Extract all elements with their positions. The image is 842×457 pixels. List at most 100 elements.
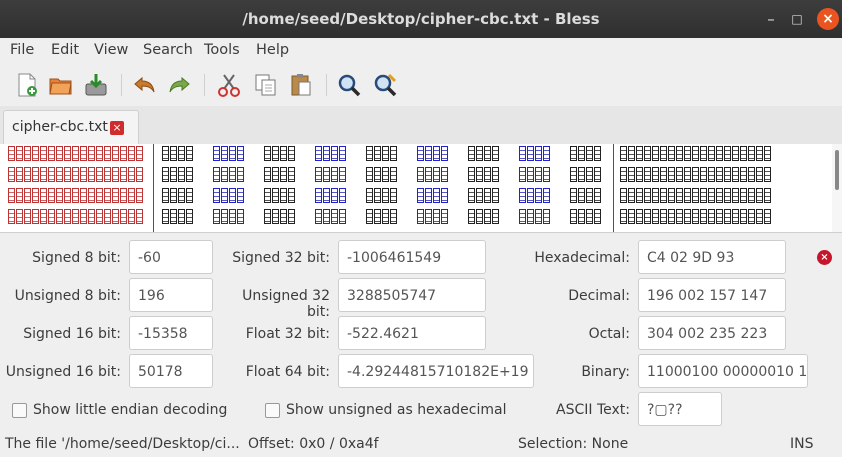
scrollbar-thumb[interactable] <box>835 150 839 190</box>
menu-help[interactable]: Help <box>256 42 289 58</box>
hex-byte <box>264 209 296 225</box>
hex-row <box>0 144 842 164</box>
little-endian-label[interactable]: Show little endian decoding <box>33 402 227 418</box>
copy-icon[interactable] <box>253 72 279 98</box>
hex-byte <box>417 209 449 225</box>
menu-view[interactable]: View <box>94 42 128 58</box>
unsigned-hex-checkbox[interactable] <box>265 403 280 418</box>
unsigned32-field[interactable]: 3288505747 <box>338 278 486 312</box>
signed8-field[interactable]: -60 <box>129 240 213 274</box>
ascii-divider <box>613 144 614 232</box>
signed32-field[interactable]: -1006461549 <box>338 240 486 274</box>
octal-field[interactable]: 304 002 235 223 <box>638 316 786 350</box>
hex-byte <box>366 167 398 183</box>
little-endian-checkbox[interactable] <box>12 403 27 418</box>
hex-view[interactable] <box>0 144 842 233</box>
find-replace-icon[interactable] <box>372 72 398 98</box>
open-file-icon[interactable] <box>48 72 74 98</box>
hex-byte <box>468 209 500 225</box>
hex-row <box>0 165 842 185</box>
ascii-field[interactable]: ?▢?? <box>638 392 722 426</box>
title-bar: /home/seed/Desktop/cipher-cbc.txt - Bles… <box>0 0 842 38</box>
signed16-label: Signed 16 bit: <box>23 326 121 342</box>
hex-byte <box>162 167 194 183</box>
unsigned8-label: Unsigned 8 bit: <box>14 288 121 304</box>
offset-cell <box>8 146 144 162</box>
unsigned32-label: Unsigned 32 bit: <box>242 288 330 320</box>
menu-bar: File Edit View Search Tools Help <box>0 38 842 64</box>
menu-edit[interactable]: Edit <box>51 42 79 58</box>
binary-label: Binary: <box>581 364 630 380</box>
tab-cipher-cbc[interactable]: cipher-cbc.txt × <box>3 110 139 145</box>
hex-byte <box>162 209 194 225</box>
binary-field[interactable]: 11000100 00000010 100 <box>638 354 808 388</box>
offset-cell <box>8 209 144 225</box>
signed8-label: Signed 8 bit: <box>32 250 121 266</box>
decimal-label: Decimal: <box>568 288 630 304</box>
tab-bar: cipher-cbc.txt × <box>0 106 842 145</box>
hex-scrollbar[interactable] <box>832 144 842 232</box>
hex-byte <box>213 188 245 204</box>
float64-label: Float 64 bit: <box>245 364 330 380</box>
hexadecimal-field[interactable]: C4 02 9D 93 <box>638 240 786 274</box>
menu-file[interactable]: File <box>10 42 34 58</box>
save-icon[interactable] <box>83 72 109 98</box>
unsigned16-field[interactable]: 50178 <box>129 354 213 388</box>
undo-icon[interactable] <box>132 72 158 98</box>
close-panel-icon[interactable]: × <box>817 250 832 265</box>
status-selection: Selection: None <box>518 436 629 452</box>
status-bar: The file '/home/seed/Desktop/ci... Offse… <box>0 432 842 457</box>
unsigned16-label: Unsigned 16 bit: <box>5 364 121 380</box>
hex-byte <box>264 167 296 183</box>
signed32-label: Signed 32 bit: <box>232 250 330 266</box>
signed16-field[interactable]: -15358 <box>129 316 213 350</box>
status-mode: INS <box>790 436 814 452</box>
hex-byte <box>315 209 347 225</box>
hex-byte <box>213 209 245 225</box>
close-window-button[interactable]: × <box>817 8 839 30</box>
unsigned8-field[interactable]: 196 <box>129 278 213 312</box>
decimal-field[interactable]: 196 002 157 147 <box>638 278 786 312</box>
status-offset: Offset: 0x0 / 0xa4f <box>248 436 379 452</box>
menu-search[interactable]: Search <box>143 42 193 58</box>
hex-byte <box>264 146 296 162</box>
hex-byte <box>570 188 602 204</box>
tab-close-icon[interactable]: × <box>110 121 124 135</box>
hex-byte <box>264 188 296 204</box>
hex-byte <box>162 188 194 204</box>
hex-byte <box>417 146 449 162</box>
minimize-button[interactable]: – <box>760 8 782 30</box>
float32-field[interactable]: -522.4621 <box>338 316 486 350</box>
cut-icon[interactable] <box>216 72 242 98</box>
hex-byte <box>468 167 500 183</box>
hex-byte <box>417 167 449 183</box>
hex-byte <box>366 209 398 225</box>
hex-byte <box>162 146 194 162</box>
hex-byte <box>519 209 551 225</box>
paste-icon[interactable] <box>288 72 314 98</box>
hex-byte <box>570 167 602 183</box>
hex-row <box>0 207 842 227</box>
status-file: The file '/home/seed/Desktop/ci... <box>5 436 240 452</box>
new-file-icon[interactable] <box>14 72 40 98</box>
ascii-cell <box>620 146 772 162</box>
hex-byte <box>468 146 500 162</box>
redo-icon[interactable] <box>166 72 192 98</box>
offset-cell <box>8 188 144 204</box>
tab-label: cipher-cbc.txt <box>12 119 108 135</box>
unsigned-hex-label[interactable]: Show unsigned as hexadecimal <box>286 402 507 418</box>
menu-tools[interactable]: Tools <box>204 42 240 58</box>
hex-byte <box>519 146 551 162</box>
find-icon[interactable] <box>336 72 362 98</box>
toolbar <box>0 64 842 106</box>
hex-byte <box>570 146 602 162</box>
window-title: /home/seed/Desktop/cipher-cbc.txt - Bles… <box>242 10 600 28</box>
hex-byte <box>366 188 398 204</box>
hex-byte <box>315 167 347 183</box>
ascii-cell <box>620 167 772 183</box>
maximize-button[interactable]: □ <box>786 8 808 30</box>
hex-byte <box>468 188 500 204</box>
hexadecimal-label: Hexadecimal: <box>534 250 630 266</box>
hex-byte <box>315 146 347 162</box>
octal-label: Octal: <box>588 326 630 342</box>
